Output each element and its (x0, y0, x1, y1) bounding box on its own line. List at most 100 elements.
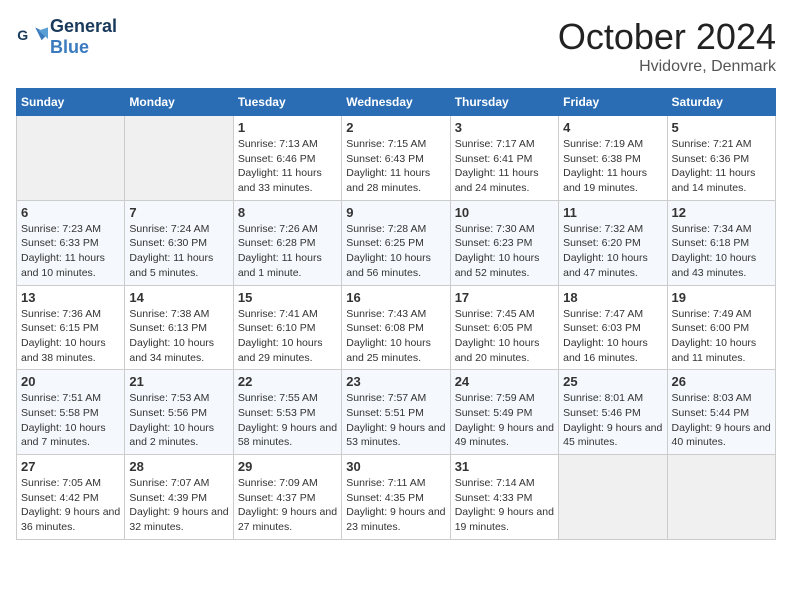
day-info: Sunrise: 7:09 AMSunset: 4:37 PMDaylight:… (238, 476, 337, 535)
day-info: Sunrise: 7:26 AMSunset: 6:28 PMDaylight:… (238, 222, 337, 281)
day-number: 7 (129, 205, 228, 220)
day-number: 10 (455, 205, 554, 220)
day-info: Sunrise: 7:19 AMSunset: 6:38 PMDaylight:… (563, 137, 662, 196)
day-cell: 5 Sunrise: 7:21 AMSunset: 6:36 PMDaylight… (667, 116, 775, 201)
day-info: Sunrise: 7:34 AMSunset: 6:18 PMDaylight:… (672, 222, 771, 281)
day-info: Sunrise: 7:53 AMSunset: 5:56 PMDaylight:… (129, 391, 228, 450)
day-cell: 23 Sunrise: 7:57 AMSunset: 5:51 PMDayligh… (342, 370, 450, 455)
day-number: 4 (563, 120, 662, 135)
col-tuesday: Tuesday (233, 89, 341, 116)
day-cell: 17 Sunrise: 7:45 AMSunset: 6:05 PMDayligh… (450, 285, 558, 370)
week-row-3: 13Sunrise: 7:36 AMSunset: 6:15 PMDayligh… (17, 285, 776, 370)
day-info: Sunrise: 8:03 AMSunset: 5:44 PMDaylight:… (672, 391, 771, 450)
day-info: Sunrise: 7:57 AMSunset: 5:51 PMDaylight:… (346, 391, 445, 450)
day-info: Sunrise: 7:38 AMSunset: 6:13 PMDaylight:… (129, 307, 228, 366)
day-number: 8 (238, 205, 337, 220)
day-number: 30 (346, 459, 445, 474)
day-info: Sunrise: 7:05 AMSunset: 4:42 PMDaylight:… (21, 476, 120, 535)
logo-general: General (50, 16, 117, 36)
day-info: Sunrise: 7:41 AMSunset: 6:10 PMDaylight:… (238, 307, 337, 366)
day-cell: 24 Sunrise: 7:59 AMSunset: 5:49 PMDayligh… (450, 370, 558, 455)
day-info: Sunrise: 7:43 AMSunset: 6:08 PMDaylight:… (346, 307, 445, 366)
day-cell: 26 Sunrise: 8:03 AMSunset: 5:44 PMDayligh… (667, 370, 775, 455)
day-cell: 22Sunrise: 7:55 AMSunset: 5:53 PMDayligh… (233, 370, 341, 455)
calendar-table: Sunday Monday Tuesday Wednesday Thursday… (16, 88, 776, 540)
day-info: Sunrise: 7:30 AMSunset: 6:23 PMDaylight:… (455, 222, 554, 281)
day-cell: 18Sunrise: 7:47 AMSunset: 6:03 PMDayligh… (559, 285, 667, 370)
month-title: October 2024 (558, 16, 776, 58)
day-number: 15 (238, 290, 337, 305)
day-cell: 20 Sunrise: 7:51 AMSunset: 5:58 PMDayligh… (17, 370, 125, 455)
day-info: Sunrise: 7:14 AMSunset: 4:33 PMDaylight:… (455, 476, 554, 535)
day-cell: 2 Sunrise: 7:15 AMSunset: 6:43 PMDaylight… (342, 116, 450, 201)
day-cell: 8 Sunrise: 7:26 AMSunset: 6:28 PMDaylight… (233, 200, 341, 285)
day-cell: 25 Sunrise: 8:01 AMSunset: 5:46 PMDayligh… (559, 370, 667, 455)
day-number: 3 (455, 120, 554, 135)
day-info: Sunrise: 7:17 AMSunset: 6:41 PMDaylight:… (455, 137, 554, 196)
day-cell: 19 Sunrise: 7:49 AMSunset: 6:00 PMDayligh… (667, 285, 775, 370)
day-info: Sunrise: 7:13 AMSunset: 6:46 PMDaylight:… (238, 137, 337, 196)
day-number: 23 (346, 374, 445, 389)
col-wednesday: Wednesday (342, 89, 450, 116)
day-number: 12 (672, 205, 771, 220)
header: G General Blue October 2024 Hvidovre, De… (16, 16, 776, 76)
week-row-5: 27 Sunrise: 7:05 AMSunset: 4:42 PMDayligh… (17, 455, 776, 540)
day-cell: 13Sunrise: 7:36 AMSunset: 6:15 PMDayligh… (17, 285, 125, 370)
day-info: Sunrise: 7:07 AMSunset: 4:39 PMDaylight:… (129, 476, 228, 535)
day-info: Sunrise: 7:21 AMSunset: 6:36 PMDaylight:… (672, 137, 771, 196)
day-cell: 3 Sunrise: 7:17 AMSunset: 6:41 PMDaylight… (450, 116, 558, 201)
day-info: Sunrise: 7:45 AMSunset: 6:05 PMDaylight:… (455, 307, 554, 366)
day-cell (125, 116, 233, 201)
day-cell: 7 Sunrise: 7:24 AMSunset: 6:30 PMDaylight… (125, 200, 233, 285)
day-cell (667, 455, 775, 540)
day-number: 29 (238, 459, 337, 474)
day-number: 22 (238, 374, 337, 389)
day-info: Sunrise: 7:23 AMSunset: 6:33 PMDaylight:… (21, 222, 120, 281)
col-thursday: Thursday (450, 89, 558, 116)
day-cell: 6 Sunrise: 7:23 AMSunset: 6:33 PMDaylight… (17, 200, 125, 285)
day-info: Sunrise: 7:15 AMSunset: 6:43 PMDaylight:… (346, 137, 445, 196)
day-cell (17, 116, 125, 201)
location: Hvidovre, Denmark (558, 58, 776, 76)
day-info: Sunrise: 7:11 AMSunset: 4:35 PMDaylight:… (346, 476, 445, 535)
day-cell: 12 Sunrise: 7:34 AMSunset: 6:18 PMDayligh… (667, 200, 775, 285)
logo-icon: G (16, 21, 48, 53)
day-cell: 29 Sunrise: 7:09 AMSunset: 4:37 PMDayligh… (233, 455, 341, 540)
day-number: 13 (21, 290, 120, 305)
day-number: 20 (21, 374, 120, 389)
svg-text:G: G (17, 27, 28, 43)
day-number: 2 (346, 120, 445, 135)
day-info: Sunrise: 8:01 AMSunset: 5:46 PMDaylight:… (563, 391, 662, 450)
day-cell: 1Sunrise: 7:13 AMSunset: 6:46 PMDaylight… (233, 116, 341, 201)
day-number: 17 (455, 290, 554, 305)
col-sunday: Sunday (17, 89, 125, 116)
day-info: Sunrise: 7:24 AMSunset: 6:30 PMDaylight:… (129, 222, 228, 281)
logo-text: General Blue (50, 16, 117, 58)
day-info: Sunrise: 7:59 AMSunset: 5:49 PMDaylight:… (455, 391, 554, 450)
week-row-4: 20 Sunrise: 7:51 AMSunset: 5:58 PMDayligh… (17, 370, 776, 455)
logo: G General Blue (16, 16, 117, 58)
day-number: 24 (455, 374, 554, 389)
day-info: Sunrise: 7:51 AMSunset: 5:58 PMDaylight:… (21, 391, 120, 450)
week-row-2: 6 Sunrise: 7:23 AMSunset: 6:33 PMDaylight… (17, 200, 776, 285)
day-number: 19 (672, 290, 771, 305)
day-number: 5 (672, 120, 771, 135)
day-cell: 9Sunrise: 7:28 AMSunset: 6:25 PMDaylight… (342, 200, 450, 285)
day-number: 21 (129, 374, 228, 389)
week-row-1: 1Sunrise: 7:13 AMSunset: 6:46 PMDaylight… (17, 116, 776, 201)
day-number: 26 (672, 374, 771, 389)
day-cell: 14 Sunrise: 7:38 AMSunset: 6:13 PMDayligh… (125, 285, 233, 370)
day-cell: 30 Sunrise: 7:11 AMSunset: 4:35 PMDayligh… (342, 455, 450, 540)
day-number: 14 (129, 290, 228, 305)
col-saturday: Saturday (667, 89, 775, 116)
day-number: 16 (346, 290, 445, 305)
day-number: 27 (21, 459, 120, 474)
day-cell: 4 Sunrise: 7:19 AMSunset: 6:38 PMDaylight… (559, 116, 667, 201)
day-number: 6 (21, 205, 120, 220)
logo-blue: Blue (50, 37, 89, 57)
day-info: Sunrise: 7:49 AMSunset: 6:00 PMDaylight:… (672, 307, 771, 366)
day-number: 25 (563, 374, 662, 389)
day-number: 11 (563, 205, 662, 220)
day-number: 9 (346, 205, 445, 220)
day-cell: 27 Sunrise: 7:05 AMSunset: 4:42 PMDayligh… (17, 455, 125, 540)
